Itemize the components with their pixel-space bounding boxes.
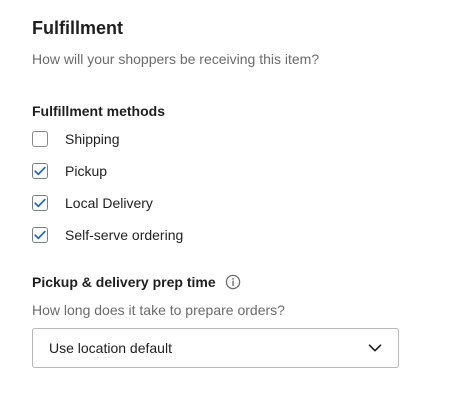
pickup-checkbox[interactable]: [32, 163, 48, 179]
shipping-checkbox[interactable]: [32, 131, 48, 147]
method-shipping[interactable]: Shipping: [32, 131, 183, 163]
method-self-serve-ordering[interactable]: Self-serve ordering: [32, 227, 183, 259]
section-subtitle: How will your shoppers be receiving this…: [32, 51, 320, 67]
prep-time-label-row: Pickup & delivery prep time: [32, 273, 241, 291]
self-serve-ordering-checkbox[interactable]: [32, 227, 48, 243]
prep-time-help: How long does it take to prepare orders?: [32, 302, 285, 318]
checkmark-icon: [34, 230, 46, 240]
fulfillment-methods-label: Fulfillment methods: [32, 103, 165, 119]
checkmark-icon: [34, 166, 46, 176]
checkmark-icon: [34, 198, 46, 208]
method-label: Self-serve ordering: [65, 226, 184, 243]
method-label: Local Delivery: [65, 194, 153, 211]
prep-time-label: Pickup & delivery prep time: [32, 274, 216, 290]
method-label: Pickup: [65, 162, 108, 179]
section-title: Fulfillment: [32, 18, 123, 38]
prep-time-select-value: Use location default: [49, 340, 172, 356]
local-delivery-checkbox[interactable]: [32, 195, 48, 211]
method-local-delivery[interactable]: Local Delivery: [32, 195, 183, 227]
method-label: Shipping: [65, 130, 120, 147]
prep-time-select[interactable]: Use location default: [32, 328, 399, 368]
chevron-down-icon: [367, 340, 383, 356]
method-pickup[interactable]: Pickup: [32, 163, 183, 195]
fulfillment-methods-list: Shipping Pickup Local Delivery Self-serv…: [32, 131, 183, 259]
info-icon[interactable]: [225, 274, 241, 290]
